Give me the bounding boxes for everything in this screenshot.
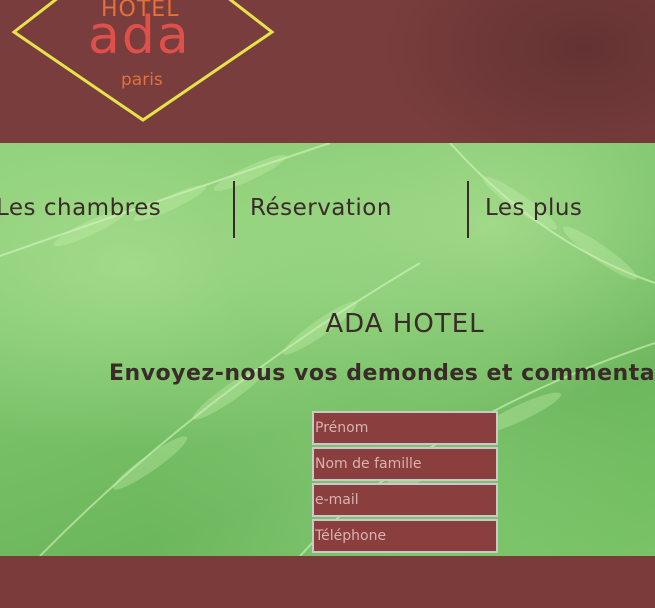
first-name-field[interactable] <box>312 411 498 445</box>
email-field[interactable] <box>312 483 498 517</box>
hero-section: Les chambres Réservation Les plus ADA HO… <box>0 143 655 556</box>
nav-divider <box>467 181 469 238</box>
nav-item-reservation[interactable]: Réservation <box>250 195 392 221</box>
nav-item-chambres[interactable]: Les chambres <box>0 195 161 221</box>
nav-divider <box>233 181 235 238</box>
phone-field[interactable] <box>312 519 498 553</box>
nav-item-les-plus[interactable]: Les plus <box>485 195 582 221</box>
footer <box>0 556 655 608</box>
logo-city: paris <box>121 70 163 90</box>
logo-name: ada <box>88 6 191 66</box>
page-title: ADA HOTEL <box>325 309 485 339</box>
page-subtitle: Envoyez-nous vos demondes et commentaire… <box>109 361 655 386</box>
header: HOTEL ada paris <box>0 0 655 143</box>
fern-shadow <box>380 0 655 143</box>
last-name-field[interactable] <box>312 447 498 481</box>
